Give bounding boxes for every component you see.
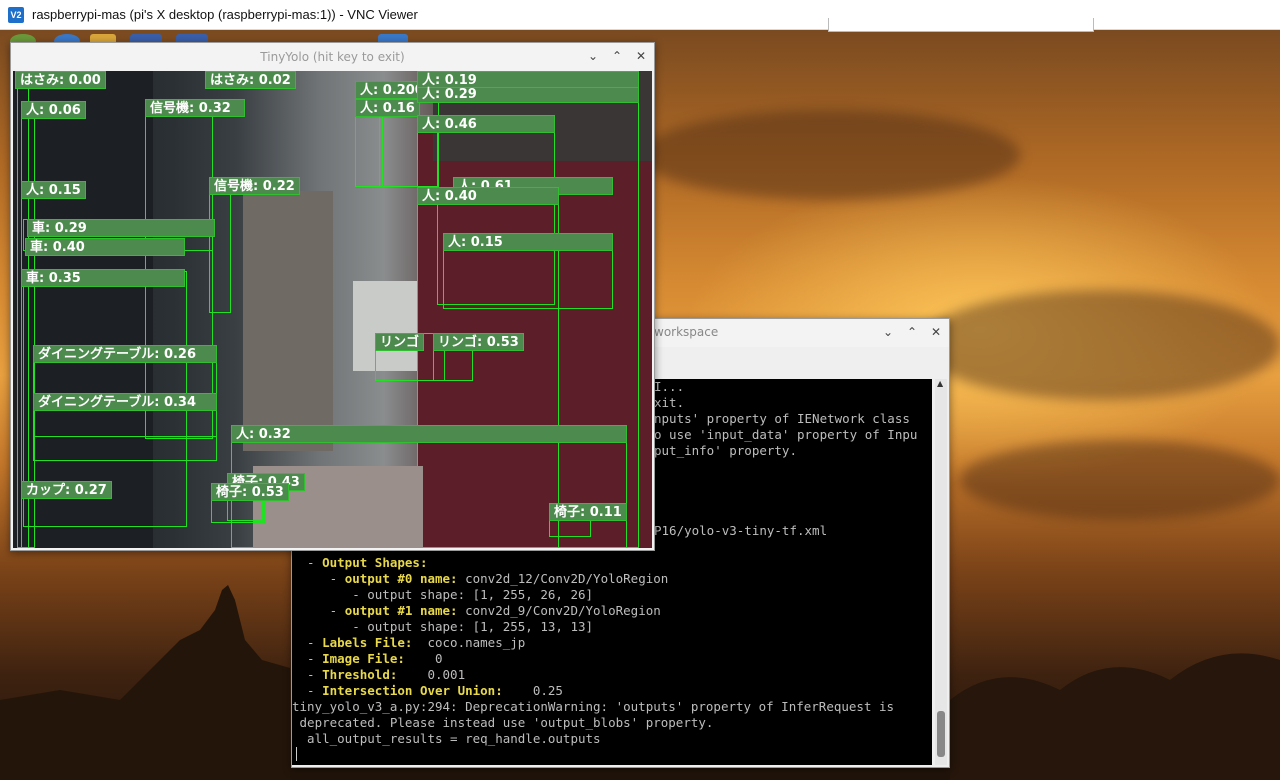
terminal-line: all_output_results = req_handle.outputs xyxy=(292,731,601,746)
detection-label: はさみ: 0.02 xyxy=(205,71,296,89)
terminal-line: - Image File: 0 xyxy=(292,651,443,666)
maximize-icon[interactable]: ⌃ xyxy=(610,49,624,63)
scroll-up-icon[interactable]: ▲ xyxy=(937,379,943,388)
terminal-line: nputs' property of IENetwork class xyxy=(654,411,910,426)
detection-label: 信号機: 0.32 xyxy=(145,99,245,117)
door-region xyxy=(243,191,333,451)
terminal-line: put_info' property. xyxy=(654,443,797,458)
detection-label: 人: 0.29 xyxy=(417,87,639,103)
detection-label: 車: 0.35 xyxy=(21,269,185,287)
maximize-icon[interactable]: ⌃ xyxy=(905,325,919,339)
vnc-window-title: raspberrypi-mas (pi's X desktop (raspber… xyxy=(32,7,418,22)
tinyyolo-window[interactable]: TinyYolo (hit key to exit) ⌄ ⌃ ✕ はさみ: 0.… xyxy=(10,42,655,551)
detection-label: 信号機: 0.22 xyxy=(209,177,300,195)
tinyyolo-titlebar[interactable]: TinyYolo (hit key to exit) ⌄ ⌃ ✕ xyxy=(11,43,654,71)
terminal-line: - output #0 name: conv2d_12/Conv2D/YoloR… xyxy=(292,571,669,586)
terminal-line: - Intersection Over Union: 0.25 xyxy=(292,683,563,698)
detection-label: カップ: 0.27 xyxy=(21,481,112,499)
terminal-line: I... xyxy=(654,379,685,394)
terminal-line: P16/yolo-v3-tiny-tf.xml xyxy=(654,523,828,538)
detection-label: 人: 0.16 xyxy=(355,99,420,117)
close-icon[interactable]: ✕ xyxy=(929,325,943,339)
detection-label: 人: 0.46 xyxy=(417,115,555,133)
terminal-line: - output shape: [1, 255, 13, 13] xyxy=(292,619,594,634)
detection-label: 人: 0.15 xyxy=(21,181,86,199)
terminal-line: deprecated. Please instead use 'output_b… xyxy=(292,715,714,730)
terminal-title: workspace xyxy=(654,325,719,339)
vnc-toolbar-dropdown[interactable] xyxy=(828,18,1094,32)
detection-label: 人: 0.32 xyxy=(231,425,627,443)
detection-label: 車: 0.29 xyxy=(27,219,215,237)
detection-label: 椅子: 0.53 xyxy=(211,483,289,501)
detection-label: 人: 0.40 xyxy=(417,187,559,205)
terminal-scrollbar[interactable]: ▲ xyxy=(935,379,947,765)
terminal-line: tiny_yolo_v3_a.py:294: DeprecationWarnin… xyxy=(292,699,895,714)
detection-label: リンゴ xyxy=(375,333,425,351)
detection-label: 人: 0.06 xyxy=(21,101,86,119)
terminal-line: xit. xyxy=(654,395,685,410)
terminal-cursor xyxy=(296,747,297,761)
detection-label: リンゴ: 0.53 xyxy=(433,333,524,351)
terminal-line: - Threshold: 0.001 xyxy=(292,667,466,682)
close-icon[interactable]: ✕ xyxy=(634,49,648,63)
detection-label: はさみ: 0.00 xyxy=(15,71,106,89)
vnc-logo-icon: V2 xyxy=(8,6,24,23)
terminal-line: - output shape: [1, 255, 26, 26] xyxy=(292,587,594,602)
scrollbar-thumb[interactable] xyxy=(937,711,945,757)
detection-label: 人: 0.15 xyxy=(443,233,613,251)
detection-label: ダイニングテーブル: 0.34 xyxy=(33,393,217,411)
camera-frame: はさみ: 0.00 はさみ: 0.02 人: 0.06 信号機: 0.32 人:… xyxy=(13,71,652,548)
detection-label: ダイニングテーブル: 0.26 xyxy=(33,345,217,363)
minimize-icon[interactable]: ⌄ xyxy=(586,49,600,63)
tinyyolo-title: TinyYolo (hit key to exit) xyxy=(260,50,405,64)
terminal-line: - output #1 name: conv2d_9/Conv2D/YoloRe… xyxy=(292,603,661,618)
terminal-line: - Output Shapes: xyxy=(292,555,428,570)
detection-label: 椅子: 0.11 xyxy=(549,503,627,521)
minimize-icon[interactable]: ⌄ xyxy=(881,325,895,339)
terminal-line: o use 'input_data' property of Inpu xyxy=(654,427,918,442)
terminal-line: - Labels File: coco.names_jp xyxy=(292,635,526,650)
detection-label: 車: 0.40 xyxy=(25,238,185,256)
